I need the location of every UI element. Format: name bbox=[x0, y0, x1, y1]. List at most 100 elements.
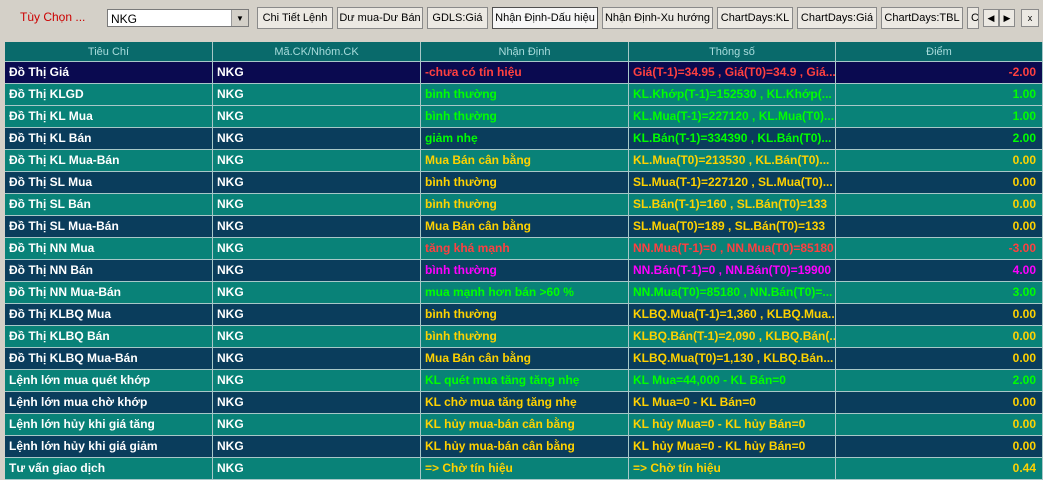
cell-score: 0.44 bbox=[836, 458, 1043, 480]
cell-score: 2.00 bbox=[836, 370, 1043, 392]
buy-sell-surplus-button[interactable]: Dư mua-Dư Bán bbox=[337, 7, 423, 29]
table-row[interactable]: Tư vấn giao dịch NKG => Chờ tín hiệu => Chờ… bbox=[5, 458, 1043, 480]
header-criterion[interactable]: Tiêu Chí bbox=[5, 42, 213, 62]
cell-score: 1.00 bbox=[836, 106, 1043, 128]
cell-score: 0.00 bbox=[836, 172, 1043, 194]
cell-criterion: Đồ Thị SL Mua bbox=[5, 172, 213, 194]
cell-score: 4.00 bbox=[836, 260, 1043, 282]
header-score[interactable]: Điểm bbox=[836, 42, 1043, 62]
table-row[interactable]: Lệnh lớn mua chờ khớp NKG KL chờ mua tăng … bbox=[5, 392, 1043, 414]
cell-code: NKG bbox=[213, 172, 421, 194]
cell-criterion: Đồ Thị KL Mua bbox=[5, 106, 213, 128]
cell-criterion: Đồ Thị KLGD bbox=[5, 84, 213, 106]
cell-code: NKG bbox=[213, 106, 421, 128]
scroll-left-icon[interactable]: ◀ bbox=[983, 9, 999, 27]
cell-assessment: bình thường bbox=[421, 304, 629, 326]
cell-params: KL.Mua(T-1)=227120 , KL.Mua(T0)... bbox=[629, 106, 836, 128]
cell-code: NKG bbox=[213, 128, 421, 150]
table-row[interactable]: Đồ Thị KLBQ Mua NKG bình thường KLBQ.Mua(T-… bbox=[5, 304, 1043, 326]
cell-params: KL.Khớp(T-1)=152530 , KL.Khớp(... bbox=[629, 84, 836, 106]
chartdays-tbl-button[interactable]: ChartDays:TBL bbox=[881, 7, 963, 29]
cell-assessment: Mua Bán cân bằng bbox=[421, 348, 629, 370]
cell-score: 1.00 bbox=[836, 84, 1043, 106]
cell-assessment: bình thường bbox=[421, 84, 629, 106]
cell-score: 0.00 bbox=[836, 392, 1043, 414]
table-row[interactable]: Đồ Thị KL Bán NKG giảm nhẹ KL.Bán(T-1)=3343… bbox=[5, 128, 1043, 150]
cell-code: NKG bbox=[213, 238, 421, 260]
cell-assessment: giảm nhẹ bbox=[421, 128, 629, 150]
cell-code: NKG bbox=[213, 194, 421, 216]
table-row[interactable]: Lệnh lớn mua quét khớp NKG KL quét mua tăn… bbox=[5, 370, 1043, 392]
table-row[interactable]: Đồ Thị SL Mua NKG bình thường SL.Mua(T-1)=2… bbox=[5, 172, 1043, 194]
cell-score: 0.00 bbox=[836, 436, 1043, 458]
cell-code: NKG bbox=[213, 370, 421, 392]
options-label[interactable]: Tùy Chọn ... bbox=[20, 10, 85, 24]
cell-code: NKG bbox=[213, 62, 421, 84]
cell-score: 2.00 bbox=[836, 128, 1043, 150]
cell-code: NKG bbox=[213, 436, 421, 458]
cell-assessment: KL hủy mua-bán cân bằng bbox=[421, 414, 629, 436]
table-row[interactable]: Đồ Thị KLBQ Mua-Bán NKG Mua Bán cân bằng KL… bbox=[5, 348, 1043, 370]
close-icon[interactable]: x bbox=[1021, 9, 1039, 27]
assessment-table: Tiêu Chí Mã.CK/Nhóm.CK Nhận Định Thông s… bbox=[5, 42, 1043, 480]
cell-code: NKG bbox=[213, 282, 421, 304]
table-row[interactable]: Đồ Thị NN Mua NKG tăng khá mạnh NN.Mua(T-1)… bbox=[5, 238, 1043, 260]
symbol-combobox[interactable]: NKG ▼ bbox=[107, 9, 249, 27]
cell-assessment: bình thường bbox=[421, 260, 629, 282]
cell-criterion: Đồ Thị SL Mua-Bán bbox=[5, 216, 213, 238]
table-row[interactable]: Lệnh lớn hủy khi giá tăng NKG KL hủy mua-b… bbox=[5, 414, 1043, 436]
table-row[interactable]: Đồ Thị NN Mua-Bán NKG mua mạnh hơn bán >60… bbox=[5, 282, 1043, 304]
cell-params: KL Mua=44,000 - KL Bán=0 bbox=[629, 370, 836, 392]
cell-params: KL.Mua(T0)=213530 , KL.Bán(T0)... bbox=[629, 150, 836, 172]
cell-criterion: Đồ Thị KL Bán bbox=[5, 128, 213, 150]
cell-assessment: -chưa có tín hiệu bbox=[421, 62, 629, 84]
cell-criterion: Đồ Thị KLBQ Bán bbox=[5, 326, 213, 348]
table-row[interactable]: Đồ Thị Giá NKG -chưa có tín hiệu Giá(T-1)=3… bbox=[5, 62, 1043, 84]
chartdays-price-button[interactable]: ChartDays:Giá bbox=[797, 7, 877, 29]
cell-criterion: Đồ Thị KLBQ Mua bbox=[5, 304, 213, 326]
assessment-trend-button[interactable]: Nhận Định-Xu hướng bbox=[602, 7, 713, 29]
cell-params: NN.Bán(T-1)=0 , NN.Bán(T0)=19900 bbox=[629, 260, 836, 282]
gdls-price-button[interactable]: GDLS:Giá bbox=[427, 7, 488, 29]
cell-assessment: mua mạnh hơn bán >60 % bbox=[421, 282, 629, 304]
cell-code: NKG bbox=[213, 260, 421, 282]
cell-criterion: Lệnh lớn mua chờ khớp bbox=[5, 392, 213, 414]
cell-score: 3.00 bbox=[836, 282, 1043, 304]
cell-params: KLBQ.Bán(T-1)=2,090 , KLBQ.Bán(... bbox=[629, 326, 836, 348]
header-params[interactable]: Thông số bbox=[629, 42, 836, 62]
table-row[interactable]: Đồ Thị SL Mua-Bán NKG Mua Bán cân bằng SL.M… bbox=[5, 216, 1043, 238]
cell-code: NKG bbox=[213, 304, 421, 326]
cell-assessment: bình thường bbox=[421, 106, 629, 128]
cell-assessment: KL chờ mua tăng tăng nhẹ bbox=[421, 392, 629, 414]
scroll-right-icon[interactable]: ▶ bbox=[999, 9, 1015, 27]
cell-assessment: tăng khá mạnh bbox=[421, 238, 629, 260]
assessment-signals-tab[interactable]: Nhận Định-Dấu hiệu bbox=[492, 7, 598, 29]
cell-score: 0.00 bbox=[836, 216, 1043, 238]
header-code[interactable]: Mã.CK/Nhóm.CK bbox=[213, 42, 421, 62]
cell-score: 0.00 bbox=[836, 150, 1043, 172]
order-detail-button[interactable]: Chi Tiết Lệnh bbox=[257, 7, 333, 29]
cell-score: 0.00 bbox=[836, 194, 1043, 216]
table-row[interactable]: Đồ Thị KL Mua NKG bình thường KL.Mua(T-1)=2… bbox=[5, 106, 1043, 128]
chartdays-volume-button[interactable]: ChartDays:KL bbox=[717, 7, 793, 29]
cell-params: SL.Mua(T-1)=227120 , SL.Mua(T0)... bbox=[629, 172, 836, 194]
table-row[interactable]: Lệnh lớn hủy khi giá giảm NKG KL hủy mua-b… bbox=[5, 436, 1043, 458]
table-row[interactable]: Đồ Thị KL Mua-Bán NKG Mua Bán cân bằng KL.M… bbox=[5, 150, 1043, 172]
cell-code: NKG bbox=[213, 150, 421, 172]
table-row[interactable]: Đồ Thị NN Bán NKG bình thường NN.Bán(T-1)=0… bbox=[5, 260, 1043, 282]
table-row[interactable]: Đồ Thị KLBQ Bán NKG bình thường KLBQ.Bán(T-… bbox=[5, 326, 1043, 348]
header-assessment[interactable]: Nhận Định bbox=[421, 42, 629, 62]
cell-criterion: Lệnh lớn hủy khi giá tăng bbox=[5, 414, 213, 436]
cell-criterion: Đồ Thị KL Mua-Bán bbox=[5, 150, 213, 172]
cell-code: NKG bbox=[213, 414, 421, 436]
cell-params: KL hủy Mua=0 - KL hủy Bán=0 bbox=[629, 436, 836, 458]
table-row[interactable]: Đồ Thị KLGD NKG bình thường KL.Khớp(T-1)=15… bbox=[5, 84, 1043, 106]
chevron-down-icon[interactable]: ▼ bbox=[231, 10, 248, 26]
cell-criterion: Đồ Thị SL Bán bbox=[5, 194, 213, 216]
cell-assessment: bình thường bbox=[421, 172, 629, 194]
cell-assessment: KL quét mua tăng tăng nhẹ bbox=[421, 370, 629, 392]
cell-criterion: Đồ Thị NN Mua-Bán bbox=[5, 282, 213, 304]
cell-assessment: bình thường bbox=[421, 194, 629, 216]
table-row[interactable]: Đồ Thị SL Bán NKG bình thường SL.Bán(T-1)=1… bbox=[5, 194, 1043, 216]
chartdays-more-button[interactable]: C bbox=[967, 7, 979, 29]
